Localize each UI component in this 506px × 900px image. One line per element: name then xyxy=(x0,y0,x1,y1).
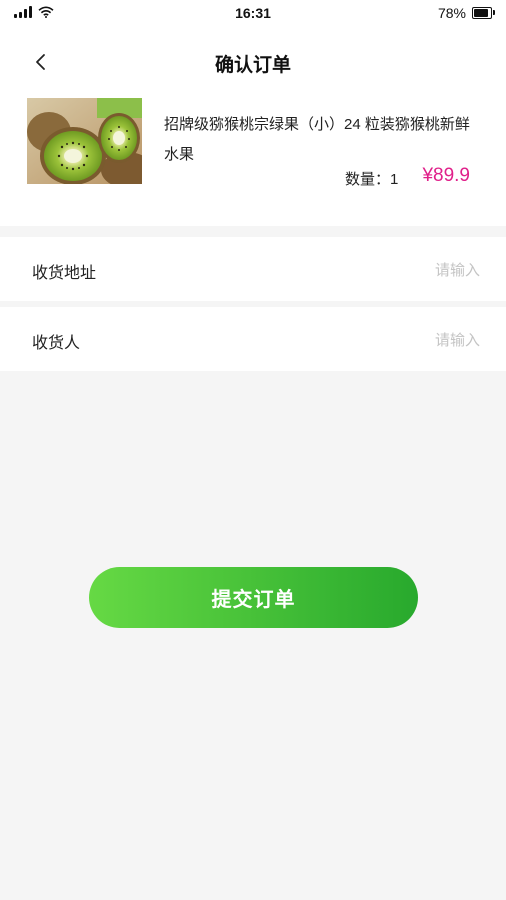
battery-fill xyxy=(474,9,489,17)
kiwi-fruit-image xyxy=(27,98,142,184)
product-name: 招牌级猕猴桃宗绿果（小）24 粒装猕猴桃新鲜水果 xyxy=(164,116,470,163)
product-price: ¥89.9 xyxy=(422,165,470,186)
address-label: 收货地址 xyxy=(32,265,97,282)
battery-status: 78% xyxy=(437,5,495,21)
product-image xyxy=(27,98,142,184)
address-input[interactable] xyxy=(278,255,482,285)
battery-percent: 78% xyxy=(437,5,466,21)
status-time: 16:31 xyxy=(235,5,271,21)
page-title: 确认订单 xyxy=(214,55,291,76)
chevron-left-icon xyxy=(36,54,45,70)
battery-icon xyxy=(472,7,495,19)
product-card: 招牌级猕猴桃宗绿果（小）24 粒装猕猴桃新鲜水果 数量：1 ¥89.9 xyxy=(0,98,506,226)
status-bar: 16:31 78% xyxy=(0,0,506,26)
back-button[interactable] xyxy=(26,48,54,76)
receiver-row[interactable]: 收货人 xyxy=(0,307,506,371)
submit-order-button[interactable]: 提交订单 xyxy=(89,567,418,628)
product-quantity: 数量：1 xyxy=(345,171,399,188)
receiver-input[interactable] xyxy=(278,325,482,355)
receiver-label: 收货人 xyxy=(32,335,81,352)
address-row[interactable]: 收货地址 xyxy=(0,237,506,301)
navigation-header: 确认订单 xyxy=(0,26,506,98)
